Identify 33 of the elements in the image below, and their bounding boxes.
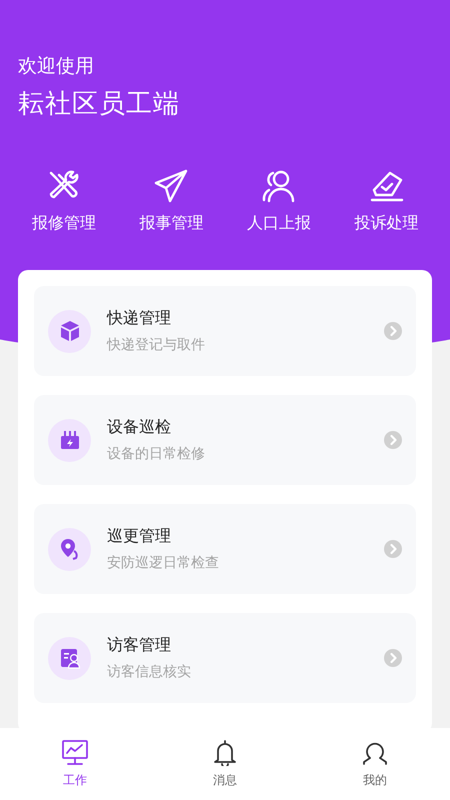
chevron-right-icon — [384, 431, 402, 449]
service-title: 快递管理 — [107, 307, 171, 329]
box-icon — [58, 320, 80, 342]
service-title: 设备巡检 — [107, 416, 171, 438]
shortcut-button[interactable]: 报事管理 — [118, 168, 225, 234]
service-item[interactable]: 快递管理 快递登记与取件 — [34, 286, 416, 376]
greeting: 欢迎使用 — [18, 54, 94, 79]
service-subtitle: 访客信息核实 — [107, 663, 191, 682]
tab[interactable]: 我的 — [361, 740, 389, 788]
service-subtitle: 安防巡逻日常检查 — [107, 554, 219, 573]
tab[interactable]: 消息 — [211, 740, 239, 788]
service-title: 巡更管理 — [107, 525, 171, 547]
service-item[interactable]: 设备巡检 设备的日常检修 — [34, 395, 416, 485]
shortcut-button[interactable]: 人口上报 — [225, 168, 332, 234]
chevron-right-icon — [384, 322, 402, 340]
bell-icon — [211, 740, 239, 766]
service-item[interactable]: 访客管理 访客信息核实 — [34, 613, 416, 703]
people-icon — [260, 168, 297, 204]
service-title: 访客管理 — [107, 634, 171, 656]
app-title: 耘社区员工端 — [18, 88, 180, 121]
shortcut-button[interactable]: 报修管理 — [10, 168, 118, 234]
service-subtitle: 设备的日常检修 — [107, 445, 205, 464]
chevron-right-icon — [384, 540, 402, 558]
device-icon — [58, 429, 80, 451]
shortcut-button[interactable]: 投诉处理 — [332, 168, 440, 234]
location-pin-icon — [58, 538, 80, 560]
chevron-right-icon — [384, 649, 402, 667]
id-card-icon — [58, 647, 80, 669]
paper-plane-icon — [153, 168, 190, 204]
service-subtitle: 快递登记与取件 — [107, 336, 205, 355]
monitor-chart-icon — [61, 740, 89, 766]
service-item[interactable]: 巡更管理 安防巡逻日常检查 — [34, 504, 416, 594]
tab[interactable]: 工作 — [61, 740, 89, 788]
